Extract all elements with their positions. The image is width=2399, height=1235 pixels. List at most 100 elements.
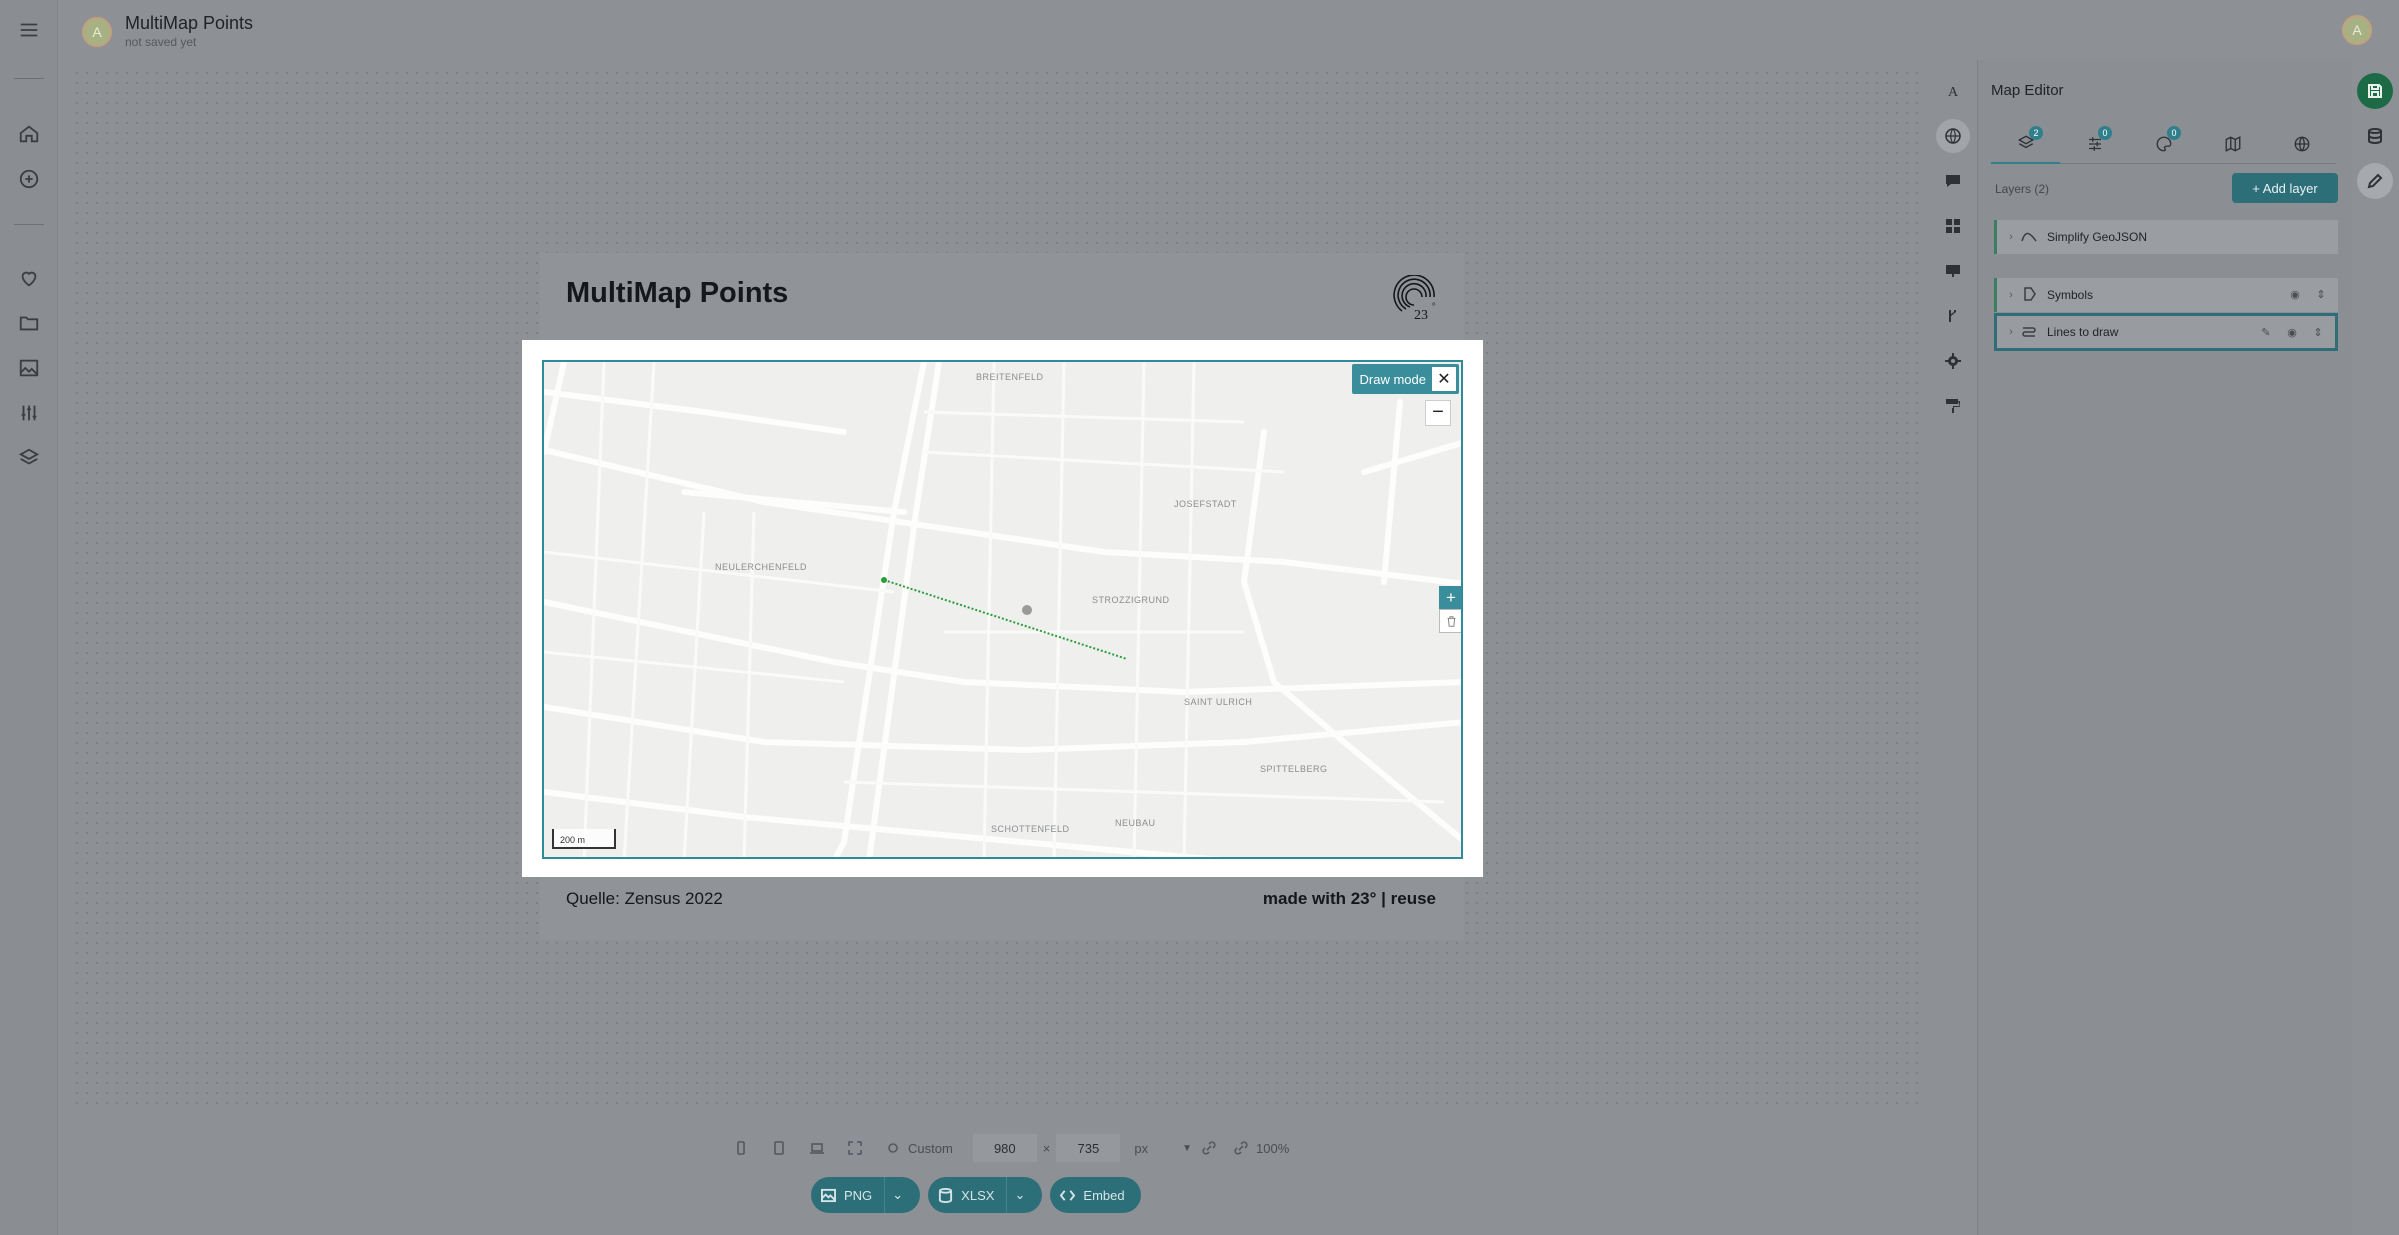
fork-icon[interactable] bbox=[1936, 299, 1970, 333]
badge: 0 bbox=[2098, 126, 2112, 140]
image-icon bbox=[821, 1188, 836, 1202]
reorder-icon[interactable]: ⇕ bbox=[2311, 325, 2325, 339]
gear-icon[interactable] bbox=[1936, 344, 1970, 378]
gear-icon[interactable] bbox=[882, 1137, 904, 1159]
district-label: NEUBAU bbox=[1115, 818, 1156, 828]
unit-select[interactable]: px bbox=[1134, 1141, 1148, 1156]
layer-name: Lines to draw bbox=[2047, 325, 2119, 339]
page-title[interactable]: MultiMap Points bbox=[125, 13, 253, 34]
map-view[interactable]: BREITENFELD JOSEFSTADT NEULERCHENFELD ST… bbox=[542, 360, 1463, 859]
xlsx-export-button[interactable]: XLSX ⌄ bbox=[928, 1177, 1043, 1213]
add-line-button[interactable]: + bbox=[1439, 586, 1461, 610]
chevron-down-icon[interactable]: ⌄ bbox=[1006, 1177, 1032, 1213]
district-label: SAINT ULRICH bbox=[1184, 697, 1253, 707]
add-layer-button[interactable]: + Add layer bbox=[2232, 173, 2338, 203]
globe-icon[interactable] bbox=[1936, 119, 1970, 153]
sliders-icon[interactable] bbox=[15, 399, 43, 427]
district-label: NEULERCHENFELD bbox=[715, 562, 808, 572]
map-icon bbox=[2225, 136, 2240, 152]
tab-filters[interactable]: 0 bbox=[2060, 124, 2129, 164]
comment-icon[interactable] bbox=[1936, 164, 1970, 198]
draw-mode-badge: Draw mode ✕ bbox=[1351, 364, 1459, 394]
layer-row-selected[interactable]: › Lines to draw ✎ ◉ ⇕ bbox=[1994, 313, 2338, 351]
district-label: STROZZIGRUND bbox=[1092, 595, 1170, 605]
width-input[interactable] bbox=[972, 1134, 1037, 1162]
far-right-rail bbox=[2352, 60, 2399, 1235]
layer-name: Simplify GeoJSON bbox=[2047, 230, 2148, 244]
phone-small-icon[interactable] bbox=[730, 1137, 752, 1159]
divider bbox=[14, 78, 44, 79]
map-editor-panel: Map Editor 2 0 0 Layers (2) + Add layer … bbox=[1977, 60, 2352, 1235]
chevron-right-icon[interactable]: › bbox=[2001, 231, 2021, 243]
close-icon[interactable]: ✕ bbox=[1432, 367, 1456, 391]
layer-name: Symbols bbox=[2047, 288, 2094, 302]
export-row: PNG ⌄ XLSX ⌄ Embed bbox=[811, 1177, 1141, 1213]
layer-row[interactable]: › Simplify GeoJSON bbox=[1994, 220, 2338, 254]
preset-label[interactable]: Custom bbox=[908, 1141, 953, 1156]
menu-icon[interactable] bbox=[15, 16, 43, 44]
user-avatar[interactable]: A bbox=[2342, 15, 2372, 45]
heart-icon[interactable] bbox=[15, 264, 43, 292]
tab-layers[interactable]: 2 bbox=[1991, 124, 2060, 164]
embed-button[interactable]: Embed bbox=[1050, 1177, 1141, 1213]
height-input[interactable] bbox=[1056, 1134, 1121, 1162]
chevron-down-icon[interactable]: ▼ bbox=[1182, 1143, 1192, 1154]
zoom-level[interactable]: 100% bbox=[1256, 1141, 1289, 1156]
layer-controls: ✎ ◉ ⇕ bbox=[2259, 325, 2325, 339]
tab-projection[interactable] bbox=[2267, 124, 2336, 164]
district-label: SCHOTTENFELD bbox=[991, 824, 1070, 834]
pencil-icon[interactable] bbox=[2357, 163, 2393, 199]
save-icon[interactable] bbox=[2357, 73, 2393, 109]
pencil-icon[interactable]: ✎ bbox=[2259, 325, 2273, 339]
tab-styles[interactable]: 0 bbox=[2129, 124, 2198, 164]
svg-text:A: A bbox=[1948, 85, 1959, 99]
card-title[interactable]: MultiMap Points bbox=[566, 277, 788, 310]
png-label: PNG bbox=[844, 1187, 873, 1203]
globe-icon bbox=[2294, 136, 2309, 152]
text-icon[interactable]: A bbox=[1936, 74, 1970, 108]
eye-icon[interactable]: ◉ bbox=[2288, 287, 2302, 301]
project-avatar[interactable]: A bbox=[82, 17, 112, 47]
save-status: not saved yet bbox=[125, 35, 197, 49]
logo-icon: 23 ° bbox=[1392, 274, 1442, 323]
paint-roller-icon[interactable] bbox=[1936, 389, 1970, 423]
trash-icon[interactable] bbox=[1439, 609, 1461, 633]
zoom-out-button[interactable]: − bbox=[1425, 400, 1451, 426]
code-icon bbox=[1060, 1189, 1076, 1201]
chevron-down-icon[interactable]: ⌄ bbox=[884, 1177, 910, 1213]
image-icon[interactable] bbox=[15, 354, 43, 382]
district-label: SPITTELBERG bbox=[1260, 764, 1328, 774]
simplify-icon bbox=[2021, 229, 2041, 245]
laptop-icon[interactable] bbox=[806, 1137, 828, 1159]
grid-icon[interactable] bbox=[1936, 209, 1970, 243]
source-note[interactable]: Quelle: Zensus 2022 bbox=[566, 889, 723, 909]
district-label: JOSEFSTADT bbox=[1174, 499, 1237, 509]
folder-icon[interactable] bbox=[15, 309, 43, 337]
png-export-button[interactable]: PNG ⌄ bbox=[811, 1177, 921, 1213]
layers-icon[interactable] bbox=[15, 444, 43, 472]
eye-icon[interactable]: ◉ bbox=[2285, 325, 2299, 339]
panel-title: Map Editor bbox=[1991, 82, 2064, 99]
embed-label: Embed bbox=[1083, 1187, 1125, 1203]
credit-note[interactable]: made with 23° | reuse bbox=[1263, 889, 1436, 909]
home-icon[interactable] bbox=[15, 120, 43, 148]
phone-icon[interactable] bbox=[768, 1137, 790, 1159]
badge: 2 bbox=[2029, 126, 2043, 140]
plus-circle-icon[interactable] bbox=[15, 165, 43, 193]
database-icon[interactable] bbox=[2357, 118, 2393, 154]
layer-controls: ◉ ⇕ bbox=[2288, 287, 2328, 301]
divider bbox=[14, 224, 44, 225]
layer-row[interactable]: › Symbols ◉ ⇕ bbox=[1994, 278, 2338, 312]
district-label: BREITENFELD bbox=[976, 372, 1044, 382]
chevron-right-icon[interactable]: › bbox=[2001, 289, 2021, 301]
reorder-icon[interactable]: ⇕ bbox=[2314, 287, 2328, 301]
link-icon[interactable] bbox=[1198, 1137, 1220, 1159]
editor-tabs: 2 0 0 bbox=[1991, 124, 2336, 164]
fullscreen-icon[interactable] bbox=[844, 1137, 866, 1159]
tab-basemap[interactable] bbox=[2198, 124, 2267, 164]
presentation-icon[interactable] bbox=[1936, 254, 1970, 288]
scale-bar: 200 m bbox=[552, 829, 616, 849]
chevron-right-icon[interactable]: › bbox=[2001, 326, 2021, 338]
zoom-icon[interactable] bbox=[1230, 1137, 1252, 1159]
times-sign: × bbox=[1042, 1140, 1051, 1156]
